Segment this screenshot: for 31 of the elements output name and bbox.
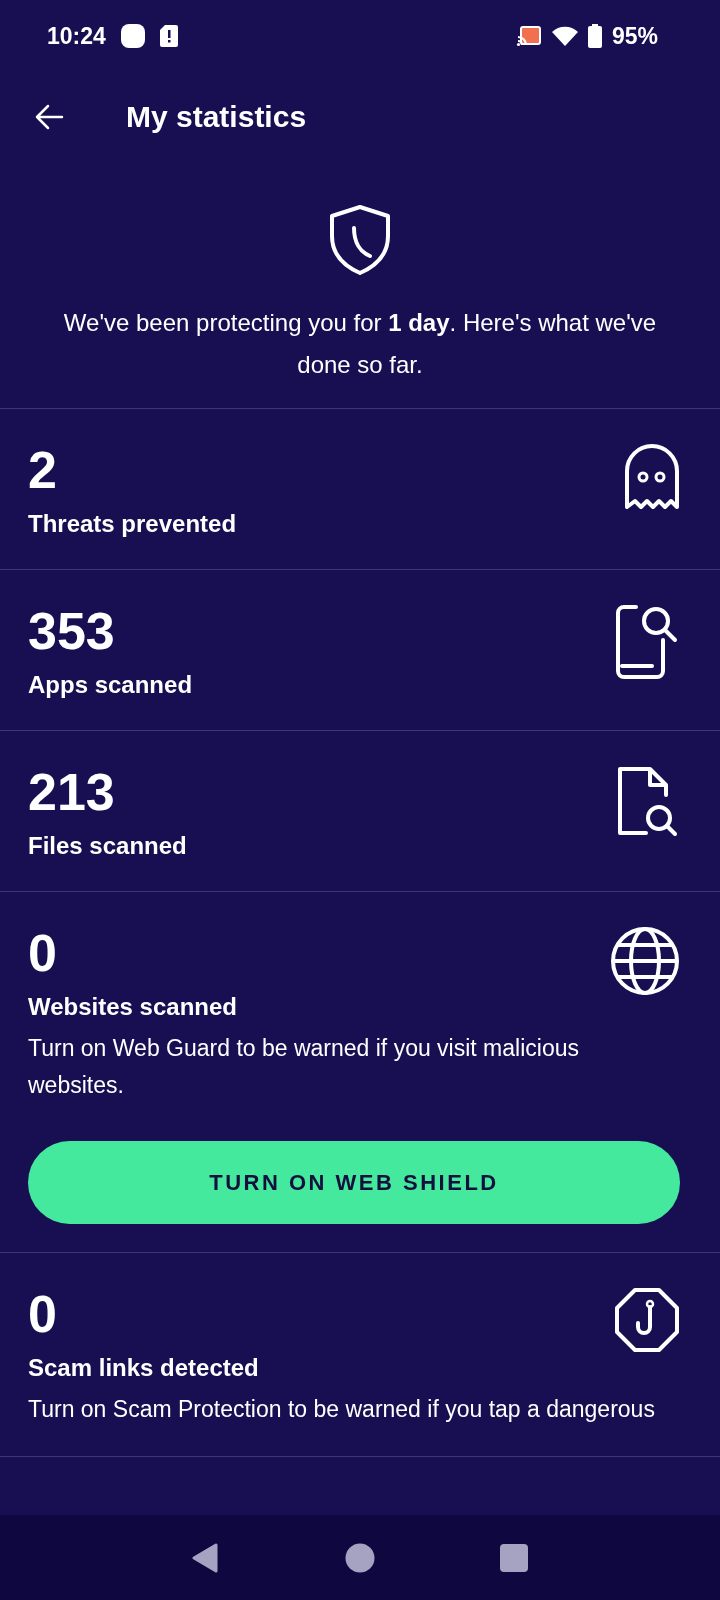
battery-percent: 95% (611, 22, 658, 50)
intro-text: We've been protecting you for 1 day. Here's what we've done so far. (62, 308, 658, 380)
phone-search-icon (614, 604, 680, 680)
hook-octagon-icon (614, 1287, 680, 1353)
stat-value: 2 (28, 440, 58, 501)
recents-nav-icon[interactable] (499, 1543, 528, 1572)
notification-icon (119, 23, 146, 49)
stat-value: 353 (28, 601, 116, 662)
back-nav-icon[interactable] (192, 1542, 221, 1573)
stat-label: Scam links detected (28, 1353, 259, 1383)
stat-description: Turn on Web Guard to be warned if you visit malicious websites. (28, 1034, 580, 1100)
cast-icon (515, 25, 542, 47)
stat-label: Files scanned (28, 831, 187, 861)
home-nav-icon[interactable] (345, 1542, 375, 1573)
wifi-icon (551, 26, 578, 46)
stat-value: 0 (28, 923, 58, 984)
stat-label: Threats prevented (28, 509, 237, 539)
stat-label: Apps scanned (28, 670, 193, 700)
page-title: My statistics (126, 100, 307, 134)
stat-value: 213 (28, 762, 116, 823)
stat-value: 0 (28, 1284, 58, 1345)
stat-label: Websites scanned (28, 992, 237, 1022)
clock-time: 10:24 (47, 22, 106, 50)
battery-icon (587, 24, 602, 48)
back-arrow-icon[interactable] (34, 104, 64, 130)
stat-description: Turn on Scam Protection to be warned if you tap a dangerous (28, 1395, 656, 1424)
sim-alert-icon (159, 25, 178, 47)
shield-icon (328, 204, 392, 276)
web-shield-button[interactable]: TURN ON WEB SHIELD (28, 1141, 680, 1224)
globe-icon (610, 926, 680, 996)
ghost-icon (624, 443, 680, 511)
